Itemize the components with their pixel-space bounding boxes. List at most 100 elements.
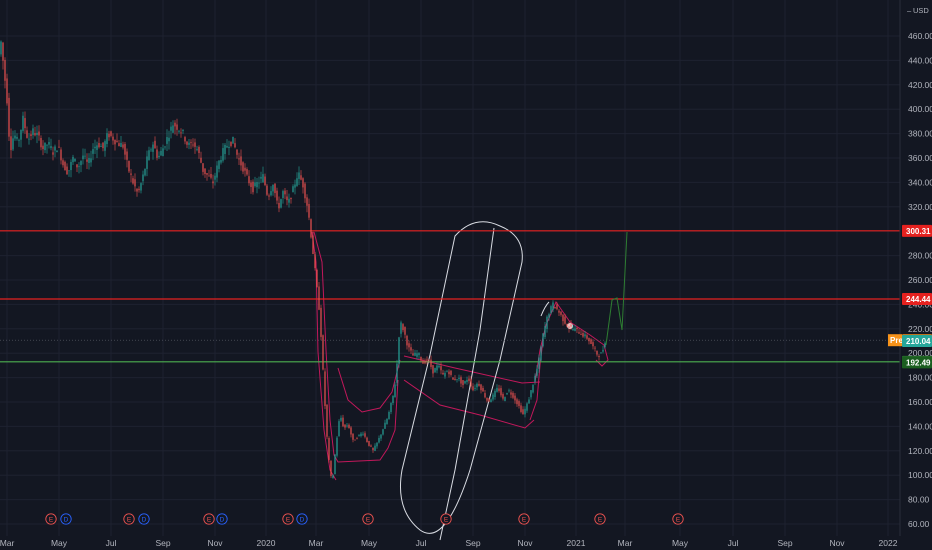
candle-body xyxy=(604,343,606,348)
candle-body xyxy=(284,190,286,195)
candle-body xyxy=(388,411,390,420)
x-tick-label: Nov xyxy=(207,538,223,548)
candle-body xyxy=(368,440,370,446)
candle-body xyxy=(360,433,362,437)
candle-body xyxy=(164,146,166,148)
candle-body xyxy=(80,161,82,166)
candle-body xyxy=(292,186,294,193)
candle-body xyxy=(222,148,224,161)
candle-body xyxy=(434,368,436,373)
candle-body xyxy=(2,42,4,61)
pre-badge-prefix: Pre xyxy=(890,336,903,345)
candle-body xyxy=(40,138,42,148)
event-marker-label: D xyxy=(300,517,305,524)
candle-body xyxy=(528,399,530,404)
candle-body xyxy=(194,142,196,147)
candle-body xyxy=(366,437,368,443)
x-tick-label: 2021 xyxy=(567,538,586,548)
candle-body xyxy=(518,401,520,406)
candle-body xyxy=(378,437,380,443)
candle-body xyxy=(394,384,396,398)
y-tick-label: 460.00 xyxy=(908,31,932,41)
y-tick-label: 80.00 xyxy=(908,495,930,505)
event-marker-label: E xyxy=(366,517,371,524)
candle-body xyxy=(70,162,72,171)
candle-body xyxy=(600,352,602,354)
candle-body xyxy=(474,388,476,389)
candle-body xyxy=(546,316,548,329)
price-chart[interactable]: 460.00 440.00 420.00 400.00 380.00 360.00 340.… xyxy=(0,0,932,550)
candle-body xyxy=(294,184,296,188)
y-tick-label: 340.00 xyxy=(908,177,932,187)
price-badge-text: 300.31 xyxy=(906,227,931,236)
candle-body xyxy=(288,198,290,203)
candle-body xyxy=(500,388,502,396)
candle-body xyxy=(210,173,212,178)
candle-body xyxy=(62,160,64,166)
candle-body xyxy=(540,346,542,361)
candle-body xyxy=(148,150,150,161)
candle-body xyxy=(248,176,250,184)
candle-body xyxy=(150,149,152,151)
candle-body xyxy=(112,136,114,141)
event-marker-label: E xyxy=(127,517,132,524)
candle-body xyxy=(380,434,382,439)
candle-body xyxy=(264,176,266,186)
candle-body xyxy=(296,178,298,186)
candle-body xyxy=(440,366,442,371)
candle-body xyxy=(358,434,360,436)
candle-body xyxy=(234,143,236,148)
candle-body xyxy=(52,152,54,155)
candle-body xyxy=(76,164,78,168)
candle-body xyxy=(26,130,28,138)
candle-body xyxy=(90,158,92,163)
candle-body xyxy=(450,370,452,375)
candle-body xyxy=(318,286,320,310)
candle-body xyxy=(332,475,334,479)
candle-body xyxy=(312,235,314,255)
event-marker-label: E xyxy=(286,517,291,524)
candle-body xyxy=(400,322,402,334)
y-tick-label: 320.00 xyxy=(908,202,932,212)
candle-body xyxy=(180,132,182,134)
candle-body xyxy=(244,167,246,171)
candle-body xyxy=(280,199,282,208)
candle-body xyxy=(370,445,372,447)
candle-body xyxy=(38,131,40,136)
candle-body xyxy=(362,433,364,435)
candle-body xyxy=(32,128,34,136)
candle-body xyxy=(316,269,318,287)
candle-body xyxy=(452,377,454,380)
y-tick-label: 280.00 xyxy=(908,251,932,261)
candle-body xyxy=(492,394,494,400)
candle-body xyxy=(346,425,348,427)
candle-body xyxy=(470,379,472,387)
candle-body xyxy=(326,404,328,437)
candle-body xyxy=(436,365,438,371)
candle-body xyxy=(156,149,158,158)
candle-body xyxy=(480,384,482,391)
x-tick-label: May xyxy=(361,538,378,548)
event-marker-label: E xyxy=(522,517,527,524)
candle-body xyxy=(254,182,256,187)
candle-body xyxy=(438,365,440,368)
candle-body xyxy=(178,130,180,132)
candle-body xyxy=(46,144,48,146)
candle-body xyxy=(364,433,366,437)
candle-body xyxy=(22,115,24,131)
candle-body xyxy=(578,332,580,334)
candle-body xyxy=(130,173,132,175)
candle-body xyxy=(60,149,62,161)
candle-body xyxy=(18,139,20,141)
candle-body xyxy=(12,138,14,150)
candle-body xyxy=(174,122,176,127)
candle-body xyxy=(48,142,50,145)
candle-body xyxy=(138,188,140,191)
candle-body xyxy=(302,178,304,188)
candle-body xyxy=(376,442,378,447)
candle-body xyxy=(266,185,268,195)
candle-body xyxy=(310,219,312,238)
currency-label[interactable]: USD – xyxy=(906,3,930,16)
candle-body xyxy=(584,334,586,337)
candle-body xyxy=(286,196,288,201)
